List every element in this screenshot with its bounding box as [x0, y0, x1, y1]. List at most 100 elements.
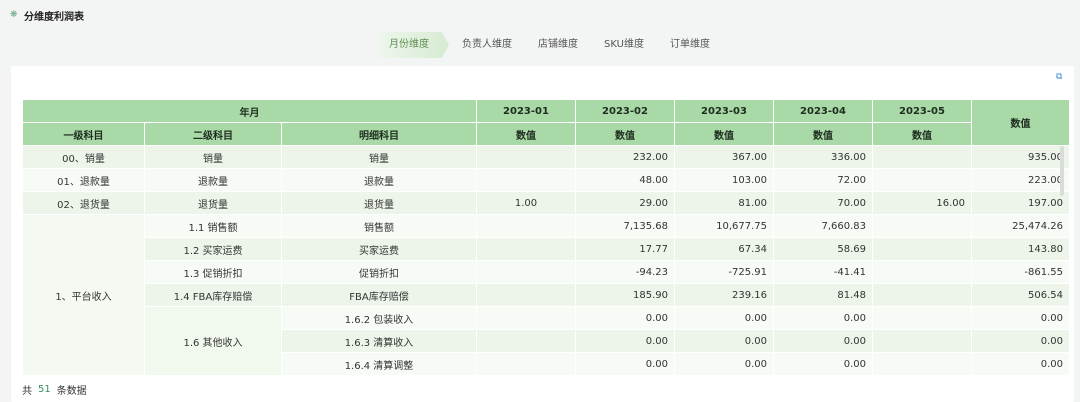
- cell-value: 17.77: [575, 237, 675, 261]
- cell-level2: 1.1 销售额: [144, 214, 282, 238]
- cell-value: [872, 283, 972, 307]
- header-value: 数值: [773, 122, 873, 146]
- cell-detail: 买家运费: [281, 237, 477, 261]
- table-scrollbar[interactable]: [1060, 146, 1064, 196]
- cell-value: 10,677.75: [674, 214, 774, 238]
- cell-value: 0.00: [773, 306, 873, 330]
- count-suffix: 条数据: [56, 385, 87, 397]
- cell-value: [872, 306, 972, 330]
- cell-value: [476, 352, 576, 376]
- cell-total: 197.00: [971, 191, 1070, 215]
- header-month[interactable]: 2023-01: [476, 99, 576, 123]
- cell-value: 29.00: [575, 191, 675, 215]
- cell-value: 67.34: [674, 237, 774, 261]
- flower-icon: ❋: [10, 10, 18, 20]
- cell-detail: 退款量: [281, 168, 477, 192]
- cell-level2: 退款量: [144, 168, 282, 192]
- cell-detail: 销售额: [281, 214, 477, 238]
- tab-month[interactable]: 月份维度: [378, 32, 449, 58]
- cell-value: [476, 260, 576, 284]
- cell-total: 0.00: [971, 306, 1070, 330]
- cell-value: 58.69: [773, 237, 873, 261]
- page-header: ❋ 分维度利润表: [10, 8, 84, 23]
- cell-value: 1.00: [476, 191, 576, 215]
- cell-value: [476, 329, 576, 353]
- cell-value: -725.91: [674, 260, 774, 284]
- dimension-tabs: 月份维度 负责人维度 店铺维度 SKU维度 订单维度: [378, 32, 723, 58]
- cell-total: 0.00: [971, 329, 1070, 353]
- cell-total: 25,474.26: [971, 214, 1070, 238]
- header-value: 数值: [476, 122, 576, 146]
- tab-sku[interactable]: SKU维度: [591, 32, 657, 58]
- cell-value: 0.00: [674, 352, 774, 376]
- header-month[interactable]: 2023-05: [872, 99, 972, 123]
- header-value: 数值: [872, 122, 972, 146]
- cell-value: 72.00: [773, 168, 873, 192]
- cell-value: 0.00: [773, 352, 873, 376]
- cell-value: 70.00: [773, 191, 873, 215]
- cell-value: [872, 260, 972, 284]
- page-title: 分维度利润表: [24, 11, 84, 23]
- table-row: 01、退款量 退款量 退款量 48.00 103.00 72.00 223.00: [22, 168, 1070, 192]
- cell-detail: 促销折扣: [281, 260, 477, 284]
- export-icon[interactable]: ⧉: [1056, 72, 1066, 82]
- cell-total: 143.80: [971, 237, 1070, 261]
- cell-value: 0.00: [674, 329, 774, 353]
- profit-table: 年月 2023-01 2023-02 2023-03 2023-04 2023-…: [22, 99, 1070, 376]
- cell-value: [476, 306, 576, 330]
- header-month[interactable]: 2023-03: [674, 99, 774, 123]
- table-row: 1.3 促销折扣 促销折扣 -94.23 -725.91 -41.41 -861…: [23, 260, 1070, 284]
- cell-total: -861.55: [971, 260, 1070, 284]
- cell-level2: 1.4 FBA库存赔偿: [144, 283, 282, 307]
- cell-value: -94.23: [575, 260, 675, 284]
- table-row: 1.6 其他收入 1.6.2 包装收入 0.00 0.00 0.00 0.00: [23, 306, 1070, 376]
- cell-value: [476, 283, 576, 307]
- cell-level1: 00、销量: [22, 145, 145, 169]
- record-count: 共 51 条数据: [22, 382, 87, 397]
- cell-detail: FBA库存赔偿: [281, 283, 477, 307]
- cell-value: 239.16: [674, 283, 774, 307]
- tab-store[interactable]: 店铺维度: [525, 32, 591, 58]
- cell-value: [872, 145, 972, 169]
- cell-value: 16.00: [872, 191, 972, 215]
- header-level2[interactable]: 二级科目: [144, 122, 282, 146]
- cell-value: [476, 168, 576, 192]
- table-row: 00、销量 销量 销量 232.00 367.00 336.00 935.00: [22, 145, 1070, 169]
- cell-detail: 1.6.2 包装收入: [281, 306, 477, 330]
- cell-value: 336.00: [773, 145, 873, 169]
- cell-value: -41.41: [773, 260, 873, 284]
- cell-total: 0.00: [971, 352, 1070, 376]
- header-level1[interactable]: 一级科目: [22, 122, 145, 146]
- header-month[interactable]: 2023-02: [575, 99, 675, 123]
- report-panel: ⧉ 年月 2023-01 2023-02 2023-03 2023-04 202…: [11, 66, 1074, 402]
- cell-level2: 1.2 买家运费: [144, 237, 282, 261]
- tab-order[interactable]: 订单维度: [657, 32, 723, 58]
- cell-value: [872, 329, 972, 353]
- tab-owner[interactable]: 负责人维度: [449, 32, 525, 58]
- cell-value: 81.00: [674, 191, 774, 215]
- cell-value: 367.00: [674, 145, 774, 169]
- cell-level1: 1、平台收入: [22, 214, 145, 376]
- cell-value: 185.90: [575, 283, 675, 307]
- cell-value: 7,135.68: [575, 214, 675, 238]
- cell-value: 81.48: [773, 283, 873, 307]
- header-month[interactable]: 2023-04: [773, 99, 873, 123]
- table-row: 1、平台收入 1.1 销售额 销售额 7,135.68 10,677.75 7,…: [22, 214, 1070, 376]
- header-total-value[interactable]: 数值: [971, 99, 1070, 146]
- cell-level2: 1.3 促销折扣: [144, 260, 282, 284]
- count-number: 51: [38, 383, 51, 395]
- cell-level2: 销量: [144, 145, 282, 169]
- header-detail[interactable]: 明细科目: [281, 122, 477, 146]
- table-row: 02、退货量 退货量 退货量 1.00 29.00 81.00 70.00 16…: [22, 191, 1070, 215]
- cell-value: [872, 237, 972, 261]
- cell-value: 0.00: [575, 352, 675, 376]
- cell-value: [872, 214, 972, 238]
- cell-detail: 1.6.3 清算收入: [281, 329, 477, 353]
- table-row: 1.4 FBA库存赔偿 FBA库存赔偿 185.90 239.16 81.48 …: [23, 283, 1070, 307]
- cell-detail: 退货量: [281, 191, 477, 215]
- cell-value: 48.00: [575, 168, 675, 192]
- cell-value: 232.00: [575, 145, 675, 169]
- cell-detail: 销量: [281, 145, 477, 169]
- cell-level1: 01、退款量: [22, 168, 145, 192]
- count-prefix: 共: [22, 385, 32, 397]
